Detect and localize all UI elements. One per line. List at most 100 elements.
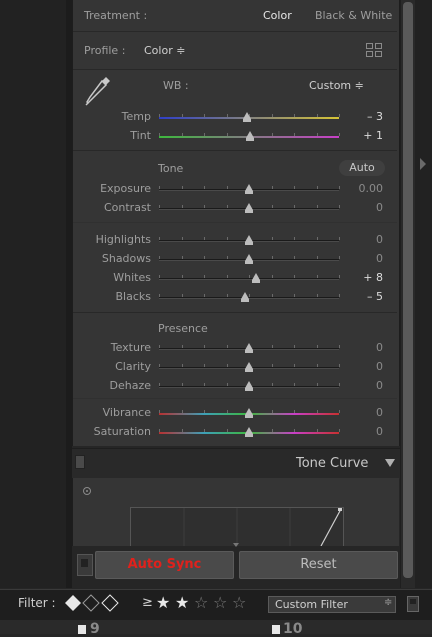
slider-tick xyxy=(272,237,273,240)
slider-thumb-vibrance[interactable] xyxy=(245,408,253,418)
custom-filter-label: Custom Filter xyxy=(275,598,348,611)
star-empty-icon[interactable]: ☆ xyxy=(232,593,246,612)
slider-value-whites[interactable]: + 8 xyxy=(343,271,383,284)
slider-thumb-contrast[interactable] xyxy=(245,203,253,213)
chevron-updown-icon: ≑ xyxy=(384,597,393,608)
slider-thumb-blacks[interactable] xyxy=(241,292,249,302)
slider-label-shadows: Shadows xyxy=(101,252,151,265)
star-filled-icon[interactable]: ★ xyxy=(175,593,189,612)
tone-curve-title: Tone Curve xyxy=(296,456,369,471)
slider-thumb-exposure[interactable] xyxy=(245,184,253,194)
slider-track-exposure[interactable] xyxy=(159,184,340,194)
slider-thumb-texture[interactable] xyxy=(245,343,253,353)
flag-filter-icons[interactable] xyxy=(64,594,120,612)
slider-label-clarity: Clarity xyxy=(115,360,151,373)
wb-dropdown[interactable]: Custom ≑ xyxy=(309,79,364,92)
slider-track-contrast[interactable] xyxy=(159,203,340,213)
auto-sync-button[interactable]: Auto Sync xyxy=(95,551,234,579)
slider-track-vibrance[interactable] xyxy=(159,408,340,418)
custom-filter-dropdown[interactable]: Custom Filter ≑ xyxy=(268,596,396,613)
treatment-bw-option[interactable]: Black & White xyxy=(315,9,392,22)
slider-value-exposure[interactable]: 0.00 xyxy=(343,182,384,195)
slider-tick xyxy=(339,237,340,240)
filmstrip-badge-icon xyxy=(78,625,86,634)
slider-tick xyxy=(182,275,183,278)
star-filled-icon[interactable]: ★ xyxy=(156,593,170,612)
slider-label-temp: Temp xyxy=(121,110,151,123)
rating-stars[interactable]: ★ ★ ☆ ☆ ☆ xyxy=(156,593,251,612)
collapse-triangle-icon[interactable] xyxy=(385,459,395,467)
treatment-label: Treatment : xyxy=(84,9,148,22)
slider-value-highlights[interactable]: 0 xyxy=(343,233,383,246)
targeted-adjustment-icon[interactable] xyxy=(82,486,92,496)
slider-tick xyxy=(159,410,160,413)
filmstrip[interactable] xyxy=(0,620,432,634)
rating-operator[interactable]: ≥ xyxy=(142,595,153,610)
slider-tick xyxy=(182,114,183,117)
slider-track-whites[interactable] xyxy=(159,273,340,283)
slider-label-exposure: Exposure xyxy=(100,182,151,195)
slider-tick xyxy=(317,364,318,367)
slider-tick xyxy=(182,383,183,386)
wb-eyedropper-icon[interactable] xyxy=(84,75,112,107)
slider-value-tint[interactable]: + 1 xyxy=(343,129,383,142)
slider-thumb-tint[interactable] xyxy=(246,131,254,141)
star-empty-icon[interactable]: ☆ xyxy=(213,593,227,612)
slider-value-texture[interactable]: 0 xyxy=(343,341,383,354)
tone-auto-button[interactable]: Auto xyxy=(339,160,385,176)
panel-resize-icon[interactable] xyxy=(233,543,239,547)
slider-tick xyxy=(339,429,340,432)
tone-curve-graph[interactable] xyxy=(130,507,344,547)
slider-tick xyxy=(272,429,273,432)
star-empty-icon[interactable]: ☆ xyxy=(194,593,208,612)
slider-thumb-dehaze[interactable] xyxy=(245,381,253,391)
reset-button[interactable]: Reset xyxy=(239,551,398,579)
slider-label-vibrance: Vibrance xyxy=(102,406,151,419)
slider-tick xyxy=(204,237,205,240)
slider-label-texture: Texture xyxy=(110,341,151,354)
slider-value-contrast[interactable]: 0 xyxy=(343,201,383,214)
filmstrip-number: 9 xyxy=(90,621,100,637)
slider-thumb-shadows[interactable] xyxy=(245,254,253,264)
slider-tick xyxy=(182,237,183,240)
slider-tick xyxy=(339,205,340,208)
slider-value-temp[interactable]: – 3 xyxy=(343,110,383,123)
slider-track-saturation[interactable] xyxy=(159,427,340,437)
slider-tick xyxy=(317,186,318,189)
slider-tick xyxy=(227,345,228,348)
profile-label: Profile : xyxy=(84,44,126,57)
slider-label-whites: Whites xyxy=(113,271,151,284)
slider-value-dehaze[interactable]: 0 xyxy=(343,379,383,392)
slider-track-shadows[interactable] xyxy=(159,254,340,264)
sync-switch[interactable] xyxy=(77,554,93,576)
profile-dropdown[interactable]: Color ≑ xyxy=(144,44,185,57)
slider-thumb-saturation[interactable] xyxy=(245,427,253,437)
slider-track-texture[interactable] xyxy=(159,343,340,353)
slider-tick xyxy=(339,275,340,278)
slider-value-vibrance[interactable]: 0 xyxy=(343,406,383,419)
slider-tick xyxy=(317,383,318,386)
slider-value-clarity[interactable]: 0 xyxy=(343,360,383,373)
slider-value-saturation[interactable]: 0 xyxy=(343,425,383,438)
slider-tick xyxy=(294,294,295,297)
slider-track-clarity[interactable] xyxy=(159,362,340,372)
scrollbar-thumb[interactable] xyxy=(403,2,413,578)
slider-value-shadows[interactable]: 0 xyxy=(343,252,383,265)
slider-track-tint[interactable] xyxy=(159,131,340,141)
filter-switch[interactable] xyxy=(407,596,419,612)
profile-browser-grid-icon[interactable] xyxy=(365,42,383,58)
slider-thumb-whites[interactable] xyxy=(252,273,260,283)
expand-right-panel-icon[interactable] xyxy=(420,158,426,170)
slider-track-highlights[interactable] xyxy=(159,235,340,245)
slider-tick xyxy=(204,205,205,208)
slider-thumb-clarity[interactable] xyxy=(245,362,253,372)
slider-thumb-temp[interactable] xyxy=(243,112,251,122)
panel-toggle-switch[interactable] xyxy=(75,455,85,469)
presence-title: Presence xyxy=(158,322,208,335)
slider-value-blacks[interactable]: – 5 xyxy=(343,290,383,303)
slider-track-dehaze[interactable] xyxy=(159,381,340,391)
treatment-color-option[interactable]: Color xyxy=(263,9,292,22)
slider-track-temp[interactable] xyxy=(159,112,340,122)
slider-track-blacks[interactable] xyxy=(159,292,340,302)
slider-thumb-highlights[interactable] xyxy=(245,235,253,245)
